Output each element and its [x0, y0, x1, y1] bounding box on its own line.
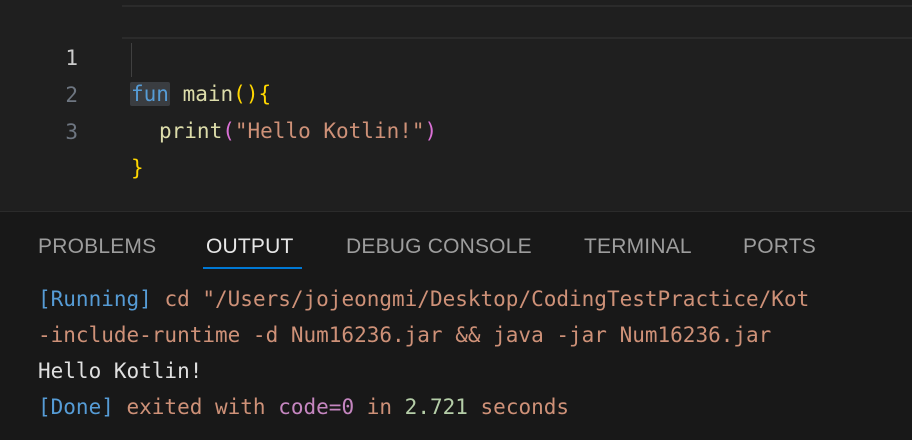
bracket-open: (){ — [233, 82, 272, 106]
tab-terminal[interactable]: TERMINAL — [584, 234, 692, 260]
exit-seconds: seconds — [467, 395, 570, 419]
panel-tabs: PROBLEMS OUTPUT DEBUG CONSOLE TERMINAL P… — [0, 212, 912, 270]
string-literal: "Hello Kotlin!" — [234, 119, 425, 143]
run-command: cd "/Users/jojeongmi/Desktop/CodingTestP… — [151, 287, 810, 311]
exit-time: 2.721 — [404, 395, 468, 419]
brace-close: } — [131, 156, 144, 180]
output-line-1: [Running] cd "/Users/jojeongmi/Desktop/C… — [38, 281, 912, 317]
current-line-highlight — [122, 5, 912, 39]
paren-open: ( — [222, 119, 235, 143]
code-text-3[interactable]: } — [131, 150, 144, 186]
code-text-2[interactable]: print("Hello Kotlin!") — [159, 113, 437, 149]
vscode-window: 1 fun main(){ 2 print("Hello Kotlin!") 3… — [0, 0, 912, 440]
exit-code: code=0 — [278, 395, 355, 419]
indent-guide — [131, 43, 132, 77]
code-line-1[interactable]: 1 fun main(){ — [0, 4, 271, 106]
keyword-fun: fun — [130, 82, 170, 106]
tab-problems[interactable]: PROBLEMS — [38, 234, 156, 260]
code-editor[interactable]: 1 fun main(){ 2 print("Hello Kotlin!") 3… — [0, 0, 912, 211]
output-console[interactable]: [Running] cd "/Users/jojeongmi/Desktop/C… — [38, 281, 912, 425]
running-tag: [Running] — [38, 287, 152, 311]
line-number-3: 3 — [65, 120, 78, 144]
tab-ports[interactable]: PORTS — [743, 234, 816, 260]
active-tab-indicator — [203, 267, 302, 269]
output-line-2: -include-runtime -d Num16236.jar && java… — [38, 323, 772, 347]
exit-text: exited with — [113, 395, 279, 419]
paren-close: ) — [424, 119, 438, 143]
done-tag: [Done] — [38, 395, 114, 419]
output-line-3: Hello Kotlin! — [38, 359, 203, 383]
tab-debug-console[interactable]: DEBUG CONSOLE — [346, 234, 532, 260]
bottom-panel: PROBLEMS OUTPUT DEBUG CONSOLE TERMINAL P… — [0, 211, 912, 440]
output-line-4: [Done] exited with code=0 in 2.721 secon… — [38, 389, 912, 425]
exit-in: in — [354, 395, 405, 419]
function-name-main: main — [182, 82, 234, 106]
code-line-2[interactable]: 2 print("Hello Kotlin!") — [0, 41, 437, 143]
tab-output[interactable]: OUTPUT — [206, 234, 294, 260]
function-name-print: print — [159, 119, 223, 143]
code-line-3[interactable]: 3 } — [0, 78, 143, 180]
code-text-1[interactable]: fun main(){ — [130, 76, 272, 112]
